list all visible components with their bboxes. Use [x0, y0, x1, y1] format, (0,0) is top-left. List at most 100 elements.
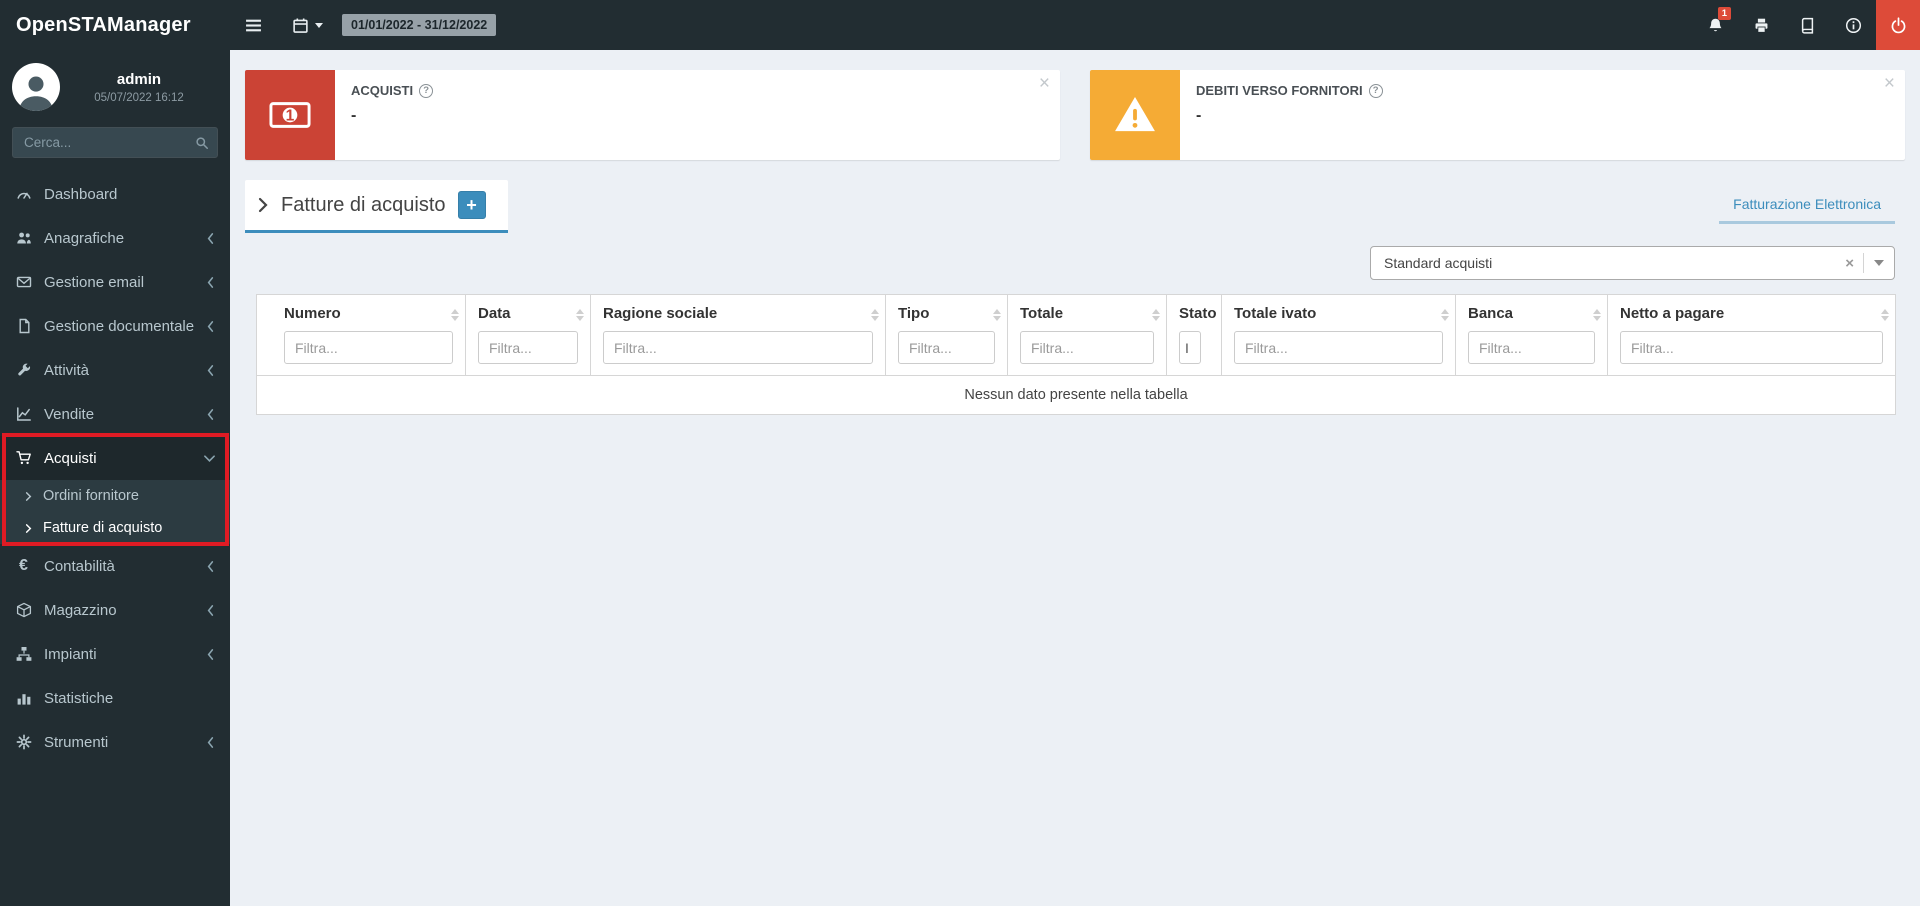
- hamburger-icon: [245, 17, 262, 34]
- column-tipo: Tipo: [885, 293, 1008, 377]
- date-range-badge[interactable]: 01/01/2022 - 31/12/2022: [342, 14, 497, 36]
- app-logo[interactable]: OpenSTAManager: [0, 0, 230, 50]
- close-icon[interactable]: ×: [1039, 74, 1050, 93]
- page-title: Fatture di acquisto: [281, 193, 446, 216]
- filter-input-banca[interactable]: [1468, 331, 1595, 365]
- column-header[interactable]: Data: [478, 305, 578, 322]
- sidebar-item-magazzino[interactable]: Magazzino: [0, 588, 230, 632]
- filter-input-numero[interactable]: [284, 331, 453, 365]
- filter-input-netto-a-pagare[interactable]: [1620, 331, 1883, 365]
- users-icon: [14, 230, 33, 246]
- help-icon[interactable]: ?: [419, 83, 434, 98]
- gear-icon: [14, 734, 33, 750]
- avatar[interactable]: [12, 63, 60, 111]
- power-icon: [1890, 16, 1907, 34]
- top-navbar: OpenSTAManager 01/01/2022 - 31/12/2022 1: [0, 0, 1920, 50]
- sort-icon[interactable]: [1441, 309, 1449, 321]
- document-icon: [14, 318, 33, 334]
- infobox-content: DEBITI VERSO FORNITORI ? -: [1180, 70, 1399, 160]
- column-header[interactable]: Totale ivato: [1234, 305, 1443, 322]
- sidebar-item-contabilita[interactable]: € Contabilità: [0, 544, 230, 588]
- add-invoice-button[interactable]: +: [457, 191, 486, 219]
- chevron-left-icon: [205, 408, 216, 421]
- sidebar-group-acquisti: Acquisti Ordini fornitore Fatture di acq: [0, 433, 230, 546]
- calendar-icon: [292, 17, 309, 34]
- chevron-left-icon: [205, 604, 216, 617]
- sort-icon[interactable]: [993, 309, 1001, 321]
- wrench-icon: [14, 362, 33, 378]
- column-numero: Numero: [256, 293, 466, 377]
- sidebar-item-anagrafiche[interactable]: Anagrafiche: [0, 216, 230, 260]
- close-icon[interactable]: ×: [1884, 74, 1895, 93]
- info-button[interactable]: [1830, 0, 1876, 50]
- sidebar-item-acquisti[interactable]: Acquisti: [0, 436, 230, 480]
- sort-icon[interactable]: [576, 309, 584, 321]
- column-data: Data: [465, 293, 591, 377]
- box-icon: [14, 602, 33, 618]
- sort-icon[interactable]: [871, 309, 879, 321]
- invoices-table-wrap: Numero Data Ragione sociale: [256, 293, 1905, 416]
- infobox-value: -: [1196, 107, 1202, 124]
- table-header-row: Numero Data Ragione sociale: [256, 293, 1896, 377]
- empty-table-row: Nessun dato presente nella tabella: [256, 375, 1896, 416]
- view-select-row: Standard acquisti ×: [245, 246, 1905, 280]
- book-icon: [1799, 17, 1816, 34]
- sidebar-item-impianti[interactable]: Impianti: [0, 632, 230, 676]
- sidebar-toggle-button[interactable]: [230, 0, 277, 50]
- sidebar-item-gestione-email[interactable]: Gestione email: [0, 260, 230, 304]
- clear-icon[interactable]: ×: [1836, 255, 1863, 272]
- infobox-content: ACQUISTI ? -: [335, 70, 449, 160]
- print-button[interactable]: [1738, 0, 1784, 50]
- chevron-left-icon: [205, 276, 216, 289]
- sidebar-menu: Dashboard Anagrafiche Gestione email Ges…: [0, 172, 230, 764]
- filter-input-tipo[interactable]: [898, 331, 995, 365]
- manual-button[interactable]: [1784, 0, 1830, 50]
- column-header[interactable]: Stato: [1179, 305, 1217, 322]
- chevron-right-icon: [21, 523, 35, 534]
- column-header[interactable]: Netto a pagare: [1620, 305, 1883, 322]
- tab-fatturazione-elettronica[interactable]: Fatturazione Elettronica: [1719, 190, 1895, 224]
- filter-input-totale-ivato[interactable]: [1234, 331, 1443, 365]
- notifications-button[interactable]: 1: [1692, 0, 1738, 50]
- filter-input-ragione-sociale[interactable]: [603, 331, 873, 365]
- tachometer-icon: [14, 186, 33, 202]
- sidebar-search: [12, 127, 218, 158]
- submenu-item-ordini-fornitore[interactable]: Ordini fornitore: [0, 480, 230, 512]
- sort-icon[interactable]: [1593, 309, 1601, 321]
- sort-icon[interactable]: [451, 309, 459, 321]
- column-header[interactable]: Tipo: [898, 305, 995, 322]
- chevron-down-icon[interactable]: [1864, 260, 1894, 266]
- sidebar-item-statistiche[interactable]: Statistiche: [0, 676, 230, 720]
- info-icon: [1845, 17, 1862, 34]
- column-header[interactable]: Totale: [1020, 305, 1154, 322]
- filter-input-totale[interactable]: [1020, 331, 1154, 365]
- user-datetime: 05/07/2022 16:12: [94, 91, 184, 104]
- sidebar-item-vendite[interactable]: Vendite: [0, 392, 230, 436]
- date-range-picker-button[interactable]: [277, 0, 338, 50]
- filter-input-stato[interactable]: [1179, 331, 1201, 365]
- sort-icon[interactable]: [1152, 309, 1160, 321]
- sidebar-item-gestione-documentale[interactable]: Gestione documentale: [0, 304, 230, 348]
- chevron-left-icon: [205, 736, 216, 749]
- logout-button[interactable]: [1876, 0, 1920, 50]
- chevron-left-icon: [205, 560, 216, 573]
- column-header[interactable]: Numero: [284, 305, 453, 322]
- line-chart-icon: [14, 406, 33, 422]
- column-ragione-sociale: Ragione sociale: [590, 293, 886, 377]
- sidebar-item-strumenti[interactable]: Strumenti: [0, 720, 230, 764]
- column-header[interactable]: Ragione sociale: [603, 305, 873, 322]
- column-banca: Banca: [1455, 293, 1608, 377]
- search-button[interactable]: [188, 129, 216, 156]
- filter-input-data[interactable]: [478, 331, 578, 365]
- acquisti-submenu: Ordini fornitore Fatture di acquisto: [0, 480, 230, 544]
- sort-icon[interactable]: [1881, 309, 1889, 321]
- sidebar-item-dashboard[interactable]: Dashboard: [0, 172, 230, 216]
- tab-fatture-di-acquisto[interactable]: Fatture di acquisto +: [245, 180, 508, 233]
- view-select[interactable]: Standard acquisti ×: [1370, 246, 1895, 280]
- column-stato: Stato: [1166, 293, 1222, 377]
- sidebar-item-attivita[interactable]: Attività: [0, 348, 230, 392]
- submenu-item-fatture-di-acquisto[interactable]: Fatture di acquisto: [0, 512, 230, 544]
- column-header[interactable]: Banca: [1468, 305, 1595, 322]
- infobox-label: ACQUISTI ?: [351, 83, 434, 98]
- help-icon[interactable]: ?: [1368, 83, 1383, 98]
